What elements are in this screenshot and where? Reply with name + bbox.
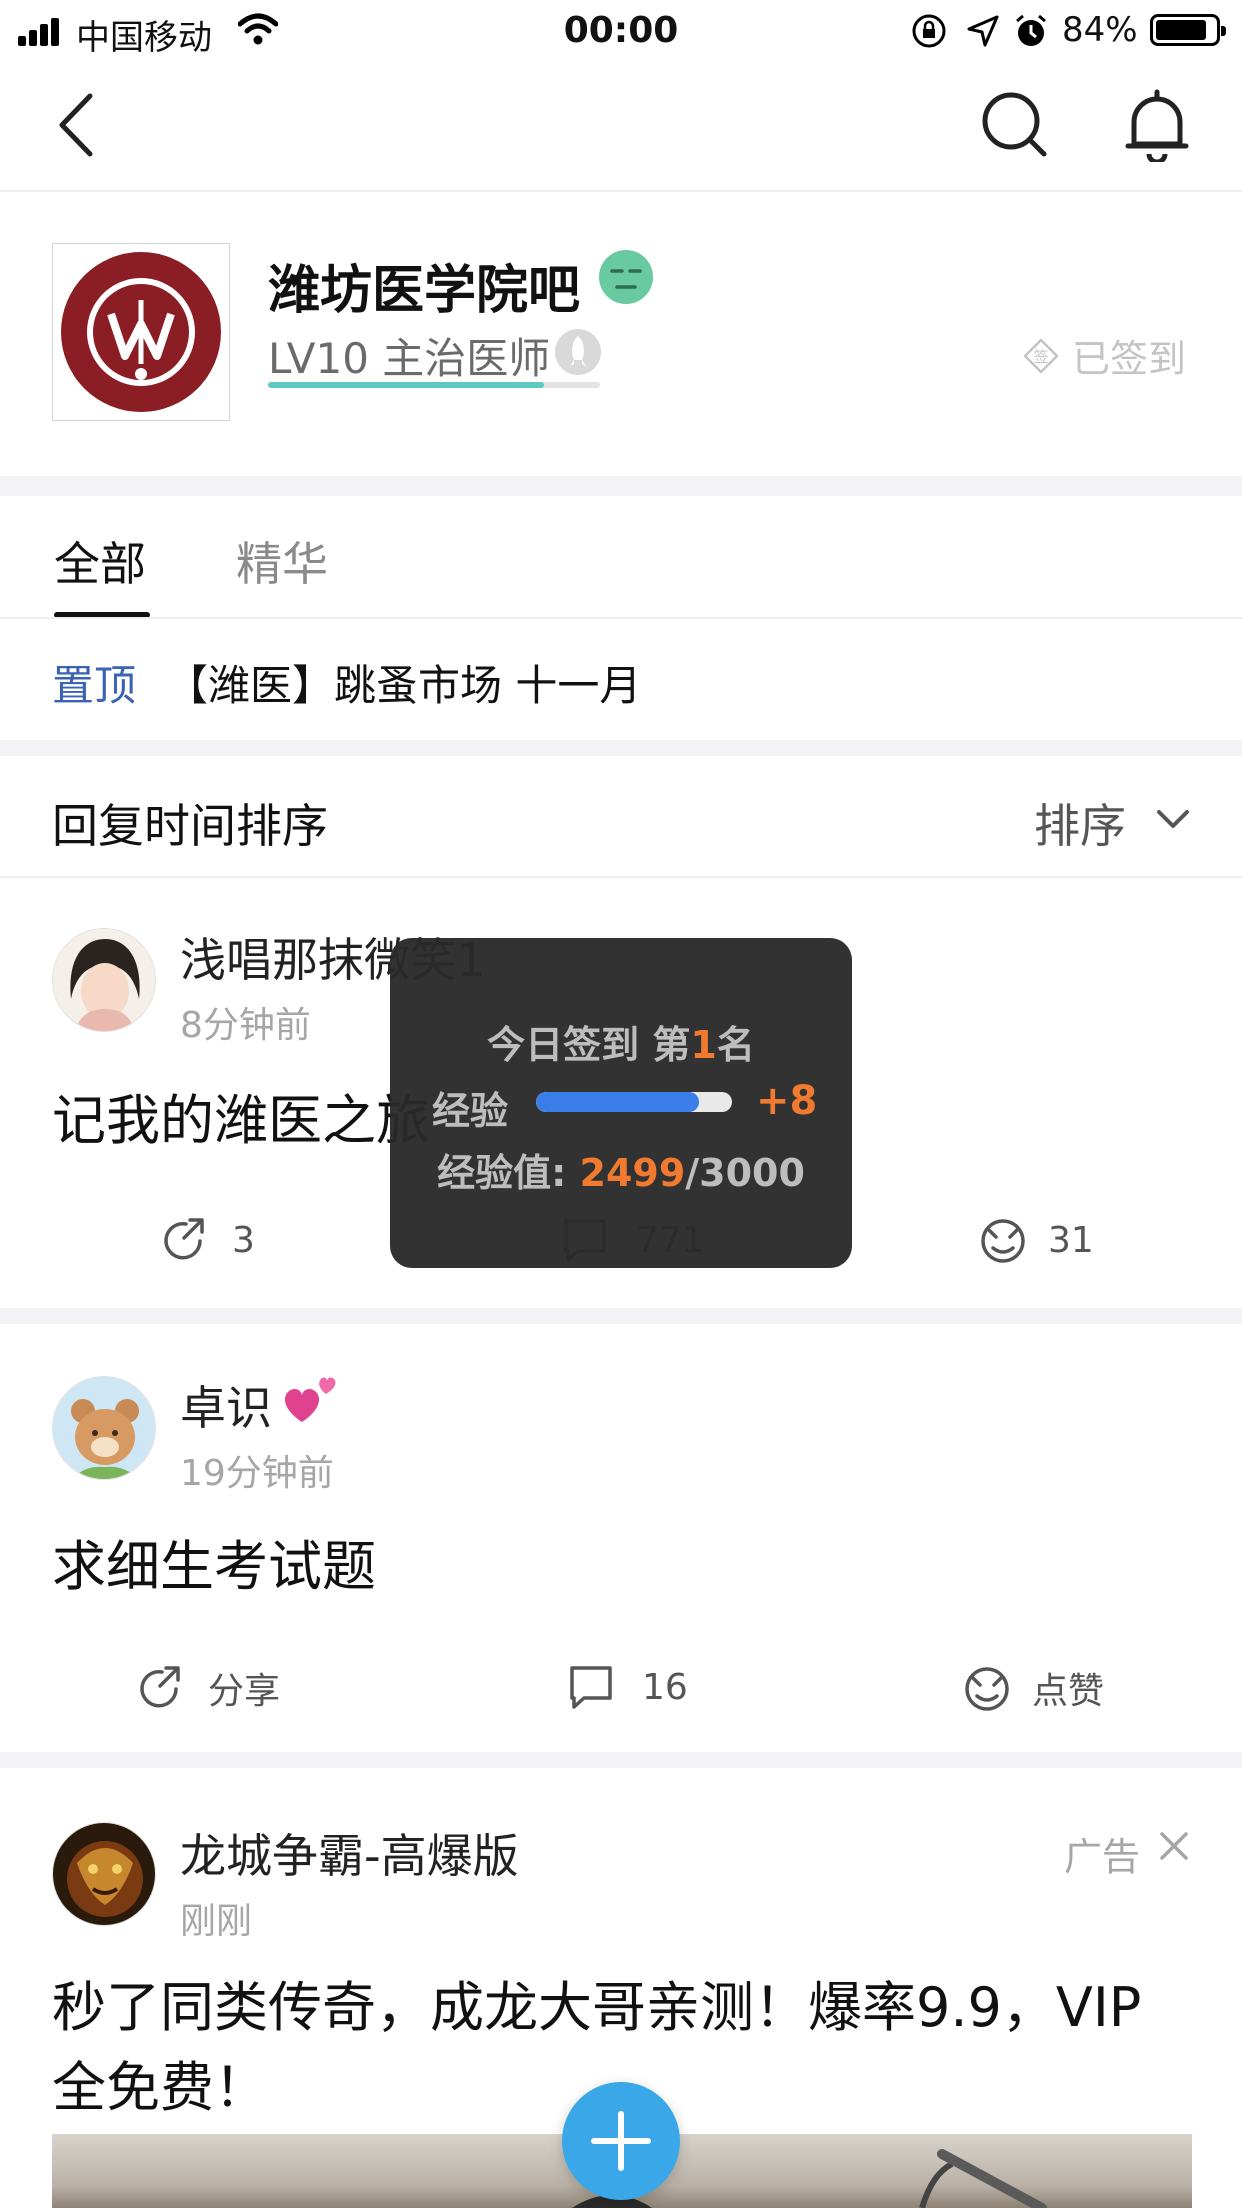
like-label: 点赞 (1032, 1671, 1105, 1712)
pinned-badge: 置顶 (52, 661, 137, 710)
sort-order-label: 回复时间排序 (52, 799, 328, 853)
signed-label: 已签到 (1072, 337, 1187, 381)
battery-percent: 84% (1062, 10, 1138, 50)
checkin-rank: 今日签到 第1名 (487, 1023, 755, 1067)
tab-featured[interactable]: 精华 (236, 528, 328, 594)
back-icon[interactable] (52, 90, 102, 160)
search-icon[interactable] (980, 90, 1050, 160)
share-button[interactable]: 3 (160, 1215, 255, 1265)
section-gap (0, 740, 1242, 756)
share-count: 3 (232, 1219, 255, 1261)
status-bar: 中国移动 00:00 84% (0, 0, 1242, 64)
checkin-toast: 今日签到 第1名 经验 +8 经验值: 2499/3000 (390, 938, 852, 1268)
pinned-post-title[interactable]: 【潍医】跳蚤市场 十一月 (166, 652, 641, 713)
comment-count: 16 (642, 1666, 688, 1708)
post-time: 8分钟前 (180, 1005, 311, 1046)
exp-value: 经验值: 2499/3000 (437, 1151, 805, 1195)
forum-level: LV10 主治医师 (268, 334, 551, 383)
rank-number: 1 (690, 1023, 717, 1067)
level-emoji-icon (599, 250, 653, 304)
section-gap (0, 1308, 1242, 1324)
exp-current: 2499 (579, 1151, 686, 1195)
post-title[interactable]: 记我的潍医之旅 (52, 1076, 430, 1155)
like-button[interactable]: 点赞 (962, 1662, 1104, 1714)
forum-logo[interactable] (52, 243, 230, 421)
ad-badge: 广告 (1064, 1835, 1141, 1879)
post-title[interactable]: 求细生考试题 (52, 1522, 376, 1601)
tab-all[interactable]: 全部 (54, 528, 146, 594)
chevron-down-icon[interactable] (1154, 800, 1192, 838)
comment-icon (570, 1666, 612, 1709)
share-label: 分享 (208, 1671, 281, 1712)
plus-icon (591, 2111, 651, 2171)
status-time: 00:00 (563, 10, 679, 51)
location-icon (967, 15, 999, 47)
close-icon[interactable] (1158, 1830, 1190, 1862)
bell-icon[interactable] (1122, 88, 1192, 162)
new-post-button[interactable] (562, 2082, 680, 2200)
section-gap (0, 476, 1242, 496)
post-author[interactable]: 卓识 (180, 1372, 272, 1438)
divider (0, 190, 1242, 192)
divider (0, 876, 1242, 878)
exp-gain: +8 (756, 1078, 818, 1124)
exp-label: 经验 (432, 1089, 509, 1133)
section-gap (0, 1752, 1242, 1768)
rocket-icon[interactable] (554, 328, 602, 376)
post-time: 19分钟前 (180, 1453, 334, 1494)
comment-button[interactable]: 16 (566, 1662, 688, 1712)
signed-in-status[interactable]: 签 已签到 (1022, 328, 1186, 383)
forum-title: 潍坊医学院吧 (268, 261, 581, 321)
avatar[interactable] (52, 1376, 156, 1480)
share-icon (140, 1666, 180, 1708)
ad-author[interactable]: 龙城争霸-高爆版 (180, 1820, 519, 1886)
battery-icon (1150, 14, 1226, 46)
like-face-icon (965, 1667, 1009, 1711)
sort-button[interactable]: 排序 (1034, 790, 1126, 856)
like-button[interactable]: 31 (978, 1215, 1094, 1265)
rotation-lock-icon (912, 14, 946, 48)
university-seal (61, 252, 221, 412)
hearts-icon (284, 1377, 336, 1422)
avatar[interactable] (52, 928, 156, 1032)
ad-time: 刚刚 (180, 1901, 253, 1942)
divider (0, 617, 1242, 619)
exp-progress-bar (536, 1092, 732, 1112)
ad-avatar[interactable] (52, 1822, 156, 1926)
share-icon (164, 1218, 204, 1260)
svg-text:签: 签 (1033, 348, 1048, 366)
level-progress-bar (268, 382, 600, 388)
share-button[interactable]: 分享 (136, 1662, 280, 1714)
sign-in-icon: 签 (1023, 338, 1059, 373)
like-face-icon (981, 1219, 1025, 1263)
like-count: 31 (1048, 1219, 1094, 1261)
alarm-icon (1016, 14, 1046, 46)
